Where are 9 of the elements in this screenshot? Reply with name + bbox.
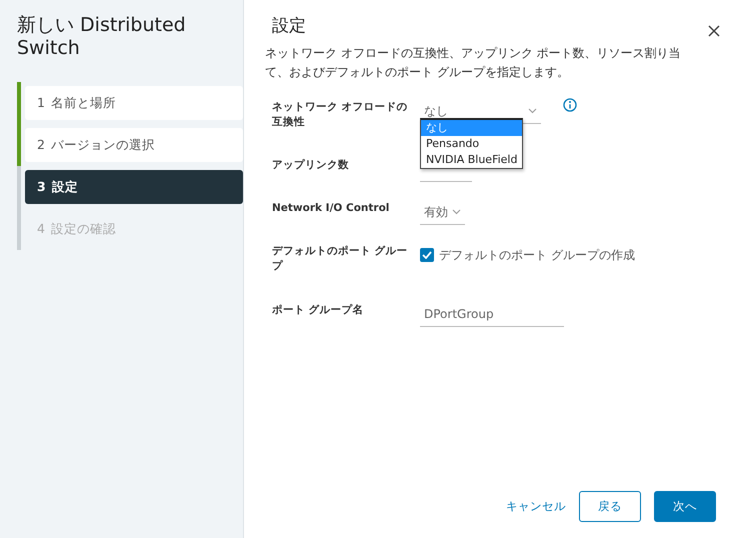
field-label: ポート グループ名 (272, 302, 365, 318)
field-label: デフォルトのポート グループ (272, 244, 409, 274)
field-label: Network I/O Control (272, 200, 390, 216)
page-title: 設定 (272, 15, 306, 38)
checkbox-label: デフォルトのポート グループの作成 (439, 248, 635, 262)
wizard-title: 新しい Distributed Switch (17, 14, 187, 60)
field-label: アップリンク数 (272, 158, 350, 172)
field-label: ネットワーク オフロードの互換性 (272, 100, 409, 130)
description: ネットワーク オフロードの互換性、アップリンク ポート数、リソース割り当て、およびデフォルトのポート グループを指定します。 (265, 44, 682, 80)
